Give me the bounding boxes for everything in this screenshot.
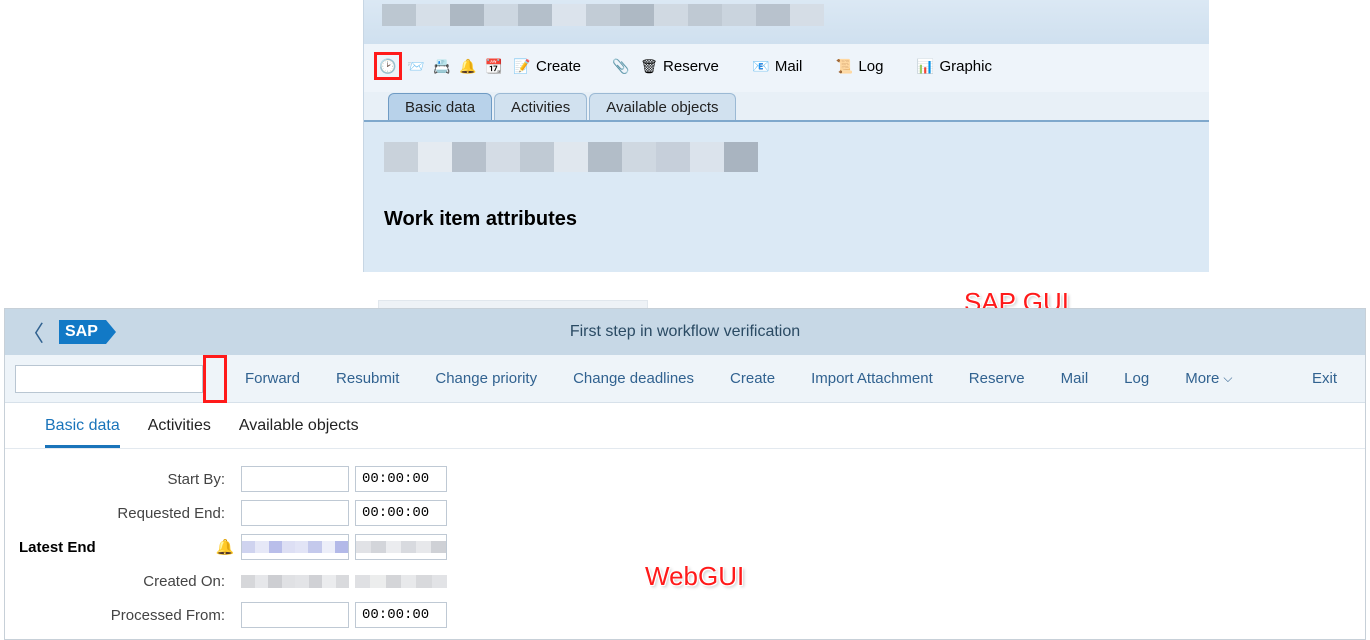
- tab-basic-data[interactable]: Basic data: [388, 93, 492, 120]
- log-icon: 📜: [832, 55, 856, 77]
- import-attachment-icon[interactable]: 📎: [609, 55, 633, 77]
- field-latest-end-time[interactable]: [355, 534, 447, 560]
- sap-logo: SAP: [59, 320, 106, 344]
- resubmit-icon[interactable]: 📇: [430, 55, 454, 77]
- content-pixelated: [384, 142, 758, 172]
- tab-activities[interactable]: Activities: [494, 93, 587, 120]
- field-created-on-time: [355, 568, 447, 594]
- mail-button[interactable]: 📧 Mail: [747, 54, 809, 78]
- row-latest-end: Latest End 🔔: [5, 531, 1365, 563]
- graphic-button[interactable]: 📊 Graphic: [911, 54, 998, 78]
- webgui-panel: 〈 SAP First step in workflow verificatio…: [4, 308, 1366, 640]
- label-start-by: Start By:: [5, 471, 235, 488]
- sapgui-titlebar: [364, 0, 1209, 44]
- field-processed-from-date[interactable]: [241, 602, 349, 628]
- graphic-label: Graphic: [939, 58, 992, 75]
- field-start-by-date[interactable]: [241, 466, 349, 492]
- webgui-form: WebGUI Start By: 00:00:00 Requested End:…: [5, 449, 1365, 639]
- action-resubmit[interactable]: Resubmit: [318, 370, 417, 387]
- create-icon: 📝: [510, 55, 534, 77]
- label-created-on: Created On:: [5, 573, 235, 590]
- action-exit[interactable]: Exit: [1294, 370, 1355, 387]
- action-mail[interactable]: Mail: [1043, 370, 1107, 387]
- log-button[interactable]: 📜 Log: [830, 54, 889, 78]
- sapgui-content: Work item attributes SAP GUI: [364, 122, 1209, 272]
- tab-available-objects[interactable]: Available objects: [239, 417, 359, 448]
- log-label: Log: [858, 58, 883, 75]
- back-button[interactable]: 〈: [19, 316, 47, 348]
- create-label: Create: [536, 58, 581, 75]
- graphic-icon: 📊: [913, 55, 937, 77]
- sapgui-toolbar: 🕑 📨 📇 🔔 📆 📝 Create 📎 🗑 Reserve 📧 Mail 📜 …: [364, 44, 1209, 92]
- deadlines-icon[interactable]: 📆: [482, 55, 506, 77]
- field-requested-end-time[interactable]: 00:00:00: [355, 500, 447, 526]
- page-title: First step in workflow verification: [5, 323, 1365, 341]
- field-created-on-date: [241, 568, 349, 594]
- reserve-icon: 🗑: [637, 55, 661, 77]
- tab-activities[interactable]: Activities: [148, 417, 211, 448]
- mail-icon: 📧: [749, 55, 773, 77]
- highlight-missing-execute: [203, 355, 227, 403]
- action-more[interactable]: More: [1167, 370, 1250, 387]
- clock-check-icon[interactable]: 🕑: [379, 55, 397, 77]
- section-title: Work item attributes: [384, 208, 1189, 231]
- webgui-actionbar: Forward Resubmit Change priority Change …: [5, 355, 1365, 403]
- reserve-label: Reserve: [663, 58, 719, 75]
- reserve-button[interactable]: 🗑 Reserve: [635, 54, 725, 78]
- label-requested-end: Requested End:: [5, 505, 235, 522]
- field-processed-from-time[interactable]: 00:00:00: [355, 602, 447, 628]
- field-requested-end-date[interactable]: [241, 500, 349, 526]
- command-field[interactable]: [15, 365, 203, 393]
- bell-icon: 🔔: [215, 538, 235, 556]
- priority-icon[interactable]: 🔔: [456, 55, 480, 77]
- tab-basic-data[interactable]: Basic data: [45, 417, 120, 448]
- action-import-attachment[interactable]: Import Attachment: [793, 370, 951, 387]
- label-processed-from: Processed From:: [5, 607, 235, 624]
- row-requested-end: Requested End: 00:00:00: [5, 497, 1365, 529]
- action-change-deadlines[interactable]: Change deadlines: [555, 370, 712, 387]
- highlight-execute-icon: 🕑: [374, 52, 402, 80]
- webgui-header: 〈 SAP First step in workflow verificatio…: [5, 309, 1365, 355]
- titlebar-pixelated: [382, 4, 824, 26]
- create-button[interactable]: 📝 Create: [508, 54, 587, 78]
- action-reserve[interactable]: Reserve: [951, 370, 1043, 387]
- field-start-by-time[interactable]: 00:00:00: [355, 466, 447, 492]
- action-forward[interactable]: Forward: [227, 370, 318, 387]
- sapgui-panel: 🕑 📨 📇 🔔 📆 📝 Create 📎 🗑 Reserve 📧 Mail 📜 …: [363, 0, 1209, 272]
- row-processed-from: Processed From: 00:00:00: [5, 599, 1365, 631]
- action-change-priority[interactable]: Change priority: [417, 370, 555, 387]
- field-latest-end-date[interactable]: [241, 534, 349, 560]
- row-start-by: Start By: 00:00:00: [5, 463, 1365, 495]
- mail-label: Mail: [775, 58, 803, 75]
- label-latest-end: Latest End: [5, 539, 215, 556]
- row-created-on: Created On:: [5, 565, 1365, 597]
- forward-icon[interactable]: 📨: [404, 55, 428, 77]
- action-log[interactable]: Log: [1106, 370, 1167, 387]
- sapgui-tabstrip: Basic data Activities Available objects: [364, 92, 1209, 122]
- action-create[interactable]: Create: [712, 370, 793, 387]
- webgui-tabstrip: Basic data Activities Available objects: [5, 403, 1365, 449]
- tab-available-objects[interactable]: Available objects: [589, 93, 735, 120]
